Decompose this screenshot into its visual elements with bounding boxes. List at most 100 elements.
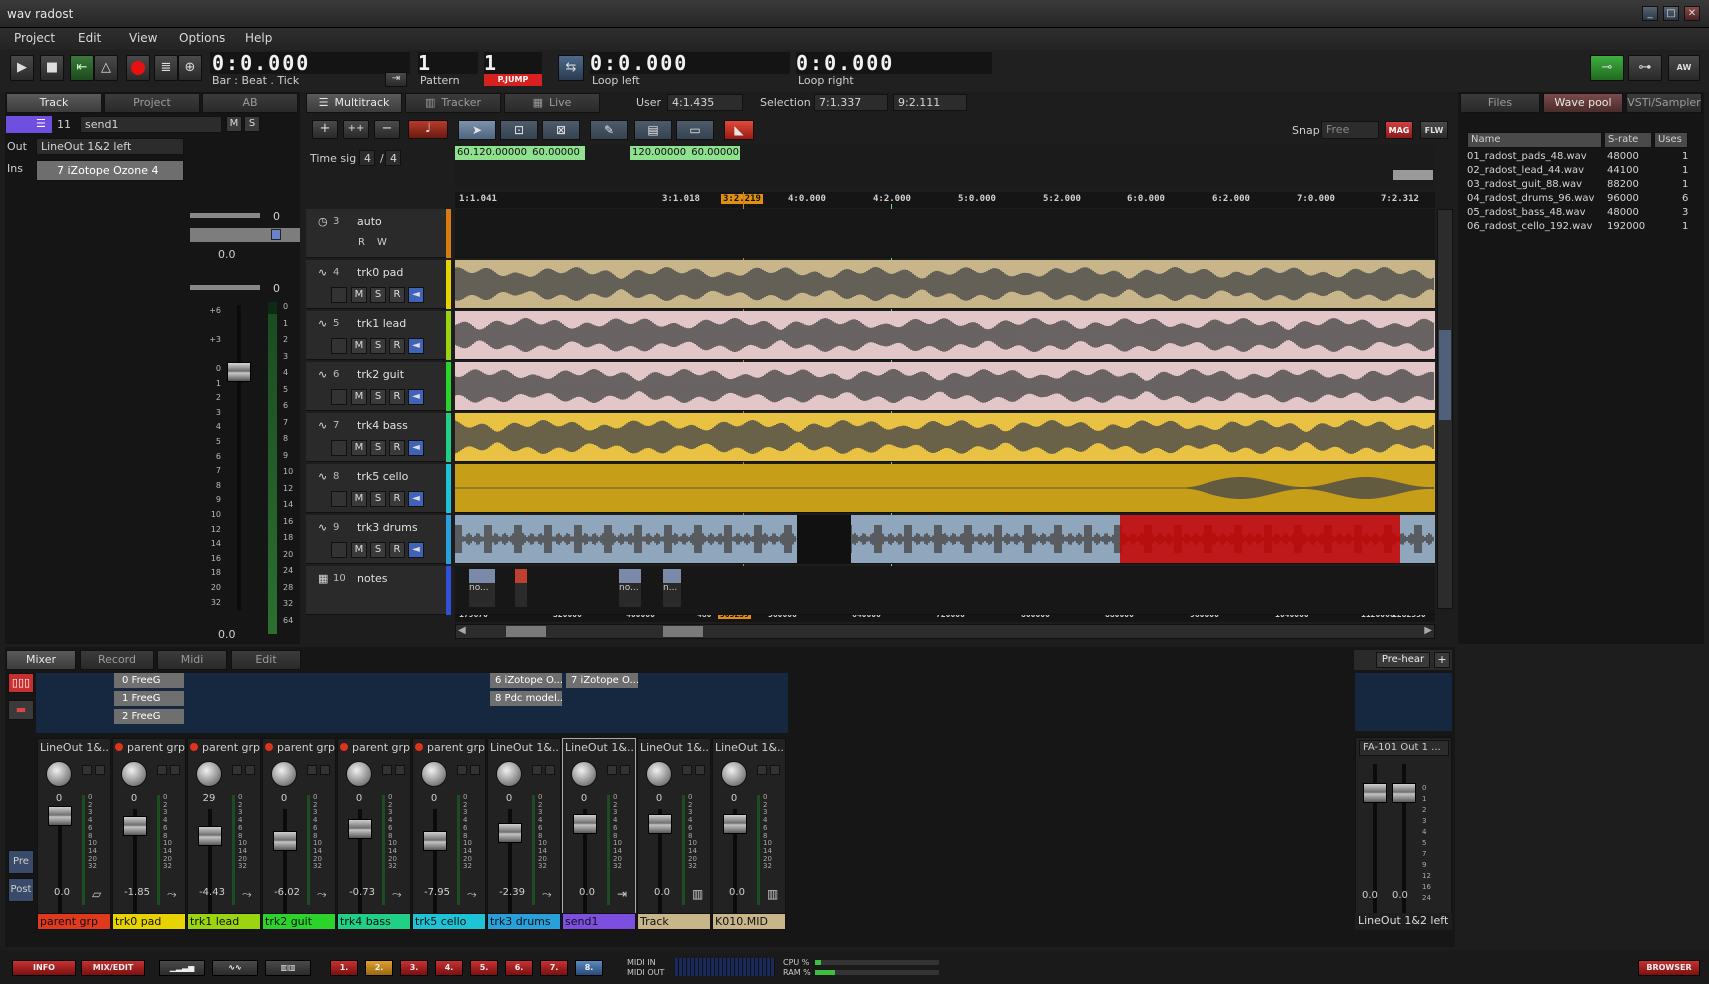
track-header[interactable]: ∿ 5 trk1 lead M S R ◄ [306, 311, 451, 360]
note-clip[interactable] [515, 569, 527, 607]
track-lane[interactable] [455, 413, 1435, 462]
col-srate[interactable]: S-rate [1604, 132, 1652, 148]
track-solo-button[interactable]: S [370, 542, 386, 558]
strip-toggle-2[interactable] [545, 765, 555, 775]
add-icon-prehear[interactable]: + [1434, 652, 1450, 668]
strip-output-select[interactable]: parent grp [115, 741, 185, 754]
strip-output-select[interactable]: parent grp [340, 741, 410, 754]
record-icon[interactable] [126, 55, 150, 81]
pan-knob[interactable] [646, 761, 672, 787]
bar-ruler[interactable]: 1:1.041 3:1.018 3:2.219 4:0.000 4:2.000 5:0.0… [455, 192, 1435, 208]
selection-to-field[interactable]: 9:2.111 [893, 94, 967, 111]
midi-icon[interactable]: ▥ [692, 887, 703, 901]
tab-record[interactable]: Record [80, 650, 154, 670]
tab-project[interactable]: Project [104, 93, 200, 113]
slot-button-2[interactable]: 2. [365, 960, 393, 976]
strip-toggle-2[interactable] [620, 765, 630, 775]
strip-toggle-2[interactable] [395, 765, 405, 775]
track-record-button[interactable]: R [389, 491, 405, 507]
mixer-view-icon[interactable]: ▯▯▯ [8, 673, 34, 693]
track-arm-button[interactable] [331, 491, 347, 507]
tempo-mark-1[interactable]: 60.120.00000 60.00000 [455, 146, 585, 160]
tab-files[interactable]: Files [1460, 93, 1540, 113]
track-name[interactable]: notes [357, 572, 388, 585]
auto-read-button[interactable]: R [358, 237, 365, 248]
pan-knob[interactable] [121, 761, 147, 787]
slot-button-6[interactable]: 6. [505, 960, 533, 976]
tab-mixer[interactable]: Mixer [6, 650, 76, 670]
track-monitor-icon[interactable]: ◄ [408, 440, 424, 456]
strip-toggle-1[interactable] [307, 765, 317, 775]
strip-toggle-2[interactable] [470, 765, 480, 775]
wave-pool-row[interactable]: 01_radost_pads_48.wav 48000 1 [1465, 151, 1690, 165]
strip-toggle-1[interactable] [82, 765, 92, 775]
track-arm-button[interactable] [331, 287, 347, 303]
link-icon[interactable]: ⤳ [242, 887, 252, 902]
levels-icon[interactable]: ▁▂▃▅ [159, 960, 205, 976]
link-icon[interactable]: ⤳ [392, 887, 402, 902]
tab-live[interactable]: ▦ Live [504, 93, 600, 113]
note-clip[interactable]: n... [663, 569, 681, 607]
volume-fader[interactable] [283, 809, 287, 914]
fx-slot-8[interactable]: 8 Pdc model... [490, 691, 562, 706]
track-mute-button[interactable]: M [351, 440, 367, 456]
loop-icon[interactable]: ⇆ [558, 55, 584, 81]
track-lane[interactable] [455, 260, 1435, 309]
track-mute-button[interactable]: M [226, 116, 242, 132]
track-name[interactable]: auto [357, 215, 382, 228]
fx-slot-6[interactable]: 6 iZotope O... [490, 673, 562, 688]
track-lane[interactable] [455, 464, 1435, 513]
metronome-icon[interactable]: △ [94, 55, 118, 81]
strip-toggle-2[interactable] [770, 765, 780, 775]
strip-toggle-2[interactable] [695, 765, 705, 775]
tempo-scroll[interactable] [1393, 170, 1433, 180]
gain-slider[interactable] [190, 285, 260, 290]
strip-toggle-2[interactable] [245, 765, 255, 775]
pan-knob[interactable] [46, 761, 72, 787]
master-fader-cap-r[interactable] [1392, 783, 1416, 803]
note-icon[interactable]: ♩ [408, 120, 448, 139]
track-record-button[interactable]: R [389, 287, 405, 303]
fx-slot-7[interactable]: 7 iZotope O... [566, 673, 638, 688]
track-arm-button[interactable] [331, 440, 347, 456]
play-icon[interactable]: ▶ [10, 55, 34, 81]
track-monitor-icon[interactable]: ◄ [408, 287, 424, 303]
track-lane[interactable] [455, 209, 1435, 258]
snap-select[interactable]: Free [1321, 121, 1379, 139]
volume-fader-cap[interactable] [273, 831, 297, 851]
mixer-compact-icon[interactable]: ▬ [8, 700, 34, 720]
folder-icon[interactable]: ▱ [92, 887, 101, 901]
link-icon[interactable]: ⤳ [542, 887, 552, 902]
pan-slider[interactable] [190, 228, 300, 242]
link-icon[interactable]: ⤳ [467, 887, 477, 902]
track-header[interactable]: ∿ 7 trk4 bass M S R ◄ [306, 413, 451, 462]
wave-pool-row[interactable]: 04_radost_drums_96.wav 96000 6 [1465, 193, 1690, 207]
track-arm-button[interactable] [331, 542, 347, 558]
strip-toggle-1[interactable] [232, 765, 242, 775]
volume-fader-cap[interactable] [348, 819, 372, 839]
pre-button[interactable]: Pre [8, 850, 34, 874]
volume-fader-cap[interactable] [723, 814, 747, 834]
track-mute-button[interactable]: M [351, 287, 367, 303]
track-name[interactable]: trk1 lead [357, 317, 406, 330]
master-output-select[interactable]: FA-101 Out 1 ... [1359, 740, 1449, 756]
menu-edit[interactable]: Edit [78, 31, 101, 45]
track-lane[interactable] [455, 362, 1435, 411]
wave-pool-row[interactable]: 02_radost_lead_44.wav 44100 1 [1465, 165, 1690, 179]
col-name[interactable]: Name [1467, 132, 1602, 148]
volume-fader-cap[interactable] [423, 831, 447, 851]
jump-icon[interactable]: ⇥ [385, 72, 407, 87]
pattern-display[interactable]: 1 [418, 52, 478, 74]
track-solo-button[interactable]: S [370, 287, 386, 303]
track-monitor-icon[interactable]: ◄ [408, 542, 424, 558]
loop-left-display[interactable]: 0:0.000 [590, 52, 790, 74]
horizontal-scrollbar[interactable]: ◀ ▶ [455, 624, 1435, 639]
track-name-field[interactable]: send1 [80, 116, 222, 133]
wave-icon[interactable]: ∿∿ [212, 960, 258, 976]
mix-edit-button[interactable]: MIX/EDIT [81, 960, 145, 976]
track-name[interactable]: trk2 guit [357, 368, 404, 381]
mag-button[interactable]: MAG [1385, 121, 1413, 139]
pattern2-display[interactable]: 1 [484, 52, 542, 74]
track-name[interactable]: trk5 cello [357, 470, 408, 483]
track-solo-button[interactable]: S [370, 491, 386, 507]
